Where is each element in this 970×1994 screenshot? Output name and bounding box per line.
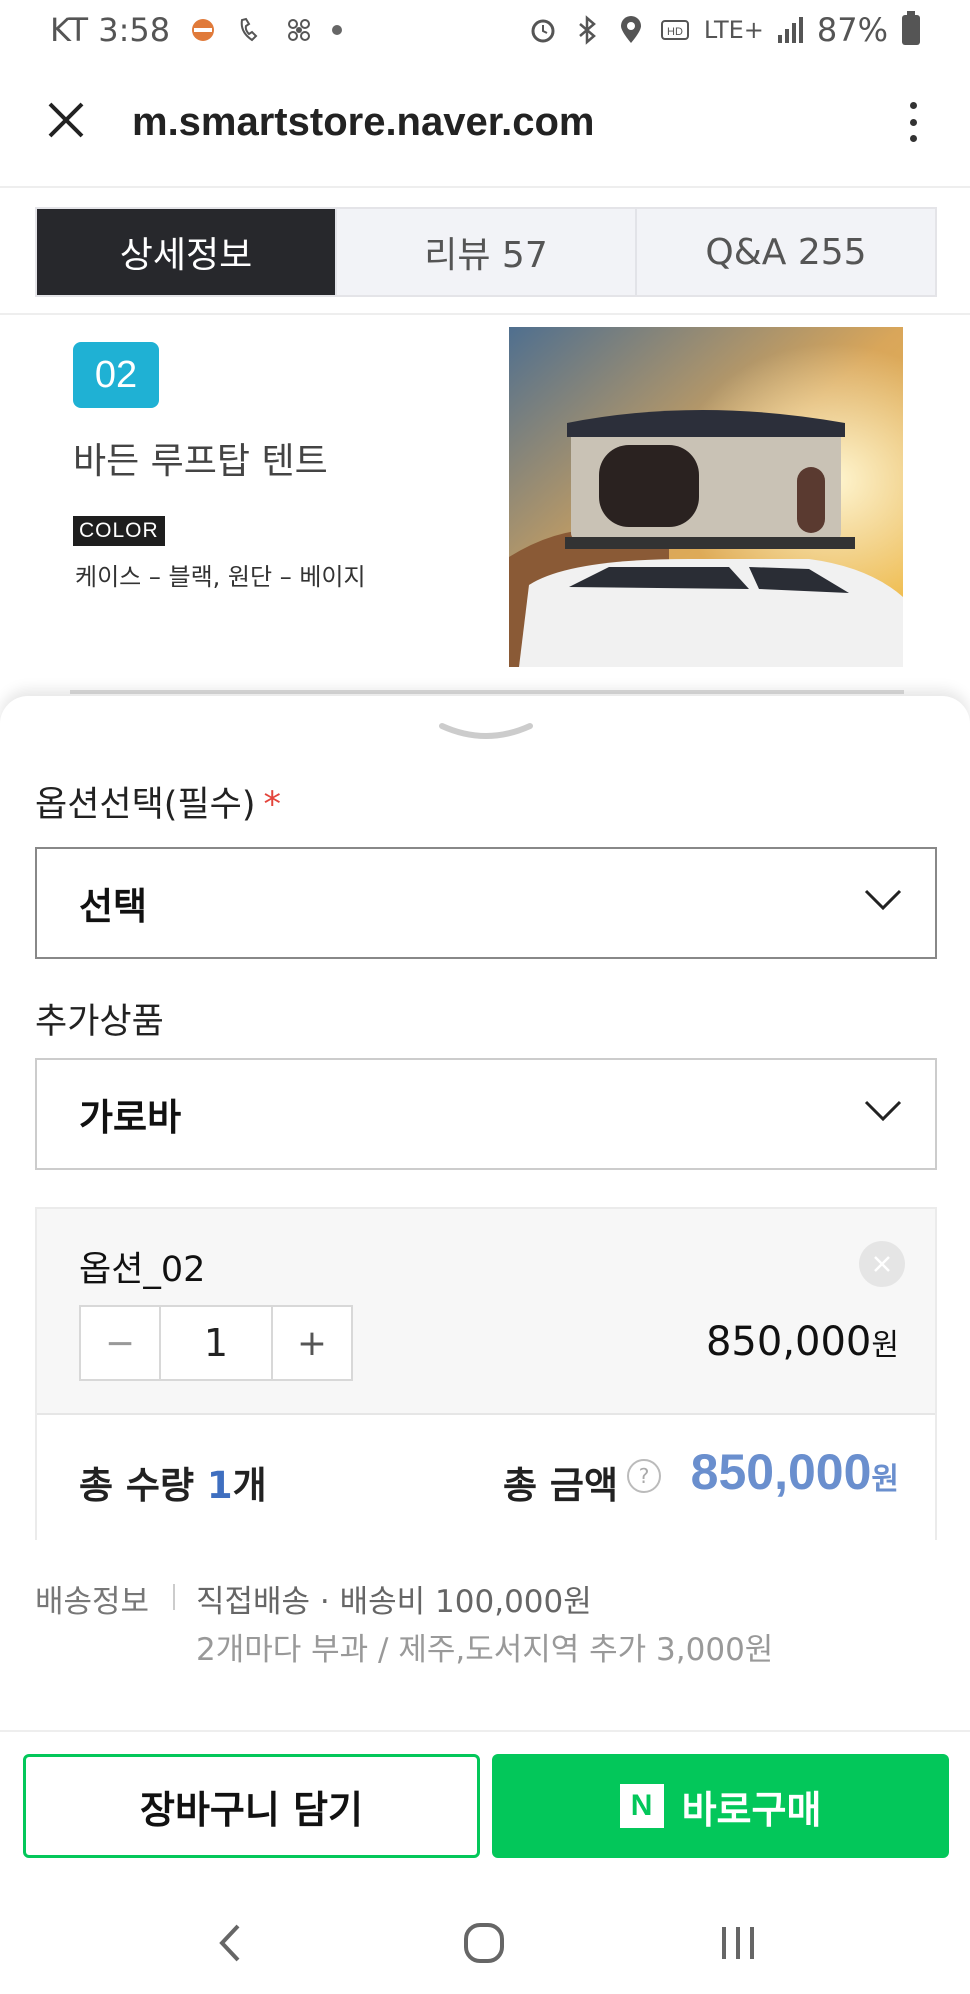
close-icon[interactable] — [46, 100, 86, 140]
product-photo — [509, 327, 903, 667]
fan-icon — [288, 19, 311, 41]
add-to-cart-button[interactable]: 장바구니 담기 — [23, 1754, 480, 1858]
system-nav-bar — [0, 1900, 970, 1994]
tab-detail[interactable]: 상세정보 — [37, 209, 335, 295]
notification-dot — [332, 25, 343, 35]
selected-option-name: 옵션_02 — [79, 1250, 206, 1290]
divider — [173, 1584, 175, 1610]
battery-percent: 87% — [816, 11, 888, 49]
tab-qna[interactable]: Q&A 255 — [635, 209, 935, 295]
total-quantity: 총 수량 1개 — [79, 1464, 267, 1507]
network-label: LTE+ — [703, 16, 764, 44]
color-tag: COLOR — [73, 516, 165, 546]
app-notification-icon — [192, 19, 215, 41]
naver-pay-icon: N — [619, 1784, 664, 1828]
selected-option-box: 옵션_02 − 1 + 850,000원 총 수량 1개 총 금액 ? 850,… — [35, 1207, 937, 1540]
totals-row: 총 수량 1개 총 금액 ? 850,000원 — [37, 1415, 935, 1540]
extra-product-label: 추가상품 — [35, 1002, 164, 1042]
shipping-note: 2개마다 부과 / 제주,도서지역 추가 3,000원 — [196, 1632, 774, 1668]
close-icon — [874, 1256, 890, 1272]
required-option-label: 옵션선택(필수) * — [35, 785, 282, 825]
chevron-down-icon[interactable] — [438, 720, 534, 748]
shipping-label: 배송정보 — [35, 1584, 150, 1620]
back-icon[interactable] — [200, 1918, 260, 1968]
quantity-value[interactable]: 1 — [159, 1307, 273, 1379]
increase-quantity-button[interactable]: + — [273, 1307, 351, 1379]
option-price: 850,000원 — [705, 1319, 899, 1365]
product-tabs: 상세정보 리뷰 57 Q&A 255 — [35, 207, 937, 297]
chevron-down-icon — [864, 889, 902, 911]
decrease-quantity-button[interactable]: − — [81, 1307, 159, 1379]
required-option-select[interactable]: 선택 — [35, 847, 937, 959]
total-amount: 850,000원 — [690, 1444, 899, 1500]
more-vert-icon[interactable] — [900, 98, 926, 146]
extra-product-select[interactable]: 가로바 — [35, 1058, 937, 1170]
chevron-down-icon — [864, 1100, 902, 1122]
total-amount-label: 총 금액 — [503, 1464, 619, 1507]
quantity-stepper: − 1 + — [79, 1305, 353, 1381]
buy-now-button[interactable]: N 바로구매 — [492, 1754, 949, 1858]
required-mark: * — [263, 785, 282, 825]
hd-voice-icon: HD — [660, 20, 689, 40]
bluetooth-icon — [579, 15, 596, 45]
wifi-calling-icon — [240, 17, 258, 42]
carrier-time: KT 3:58 — [50, 11, 171, 49]
browser-url-bar: m.smartstore.naver.com — [0, 60, 970, 188]
divider — [70, 690, 904, 694]
remove-option-button[interactable] — [859, 1241, 905, 1287]
location-icon — [620, 16, 641, 43]
battery-icon — [902, 11, 920, 45]
url-text[interactable]: m.smartstore.naver.com — [132, 100, 594, 145]
status-bar: KT 3:58 HD LTE+ 87% — [0, 0, 970, 60]
recents-icon[interactable] — [708, 1918, 768, 1968]
product-number-badge: 02 — [73, 342, 159, 408]
divider — [0, 1730, 970, 1732]
help-icon[interactable]: ? — [627, 1459, 661, 1493]
signal-icon — [777, 17, 803, 43]
product-name: 바든 루프탑 텐트 — [73, 441, 328, 482]
alarm-icon — [531, 19, 555, 43]
shipping-fee: 직접배송 · 배송비 100,000원 — [196, 1584, 592, 1620]
color-description: 케이스 – 블랙, 원단 – 베이지 — [75, 563, 366, 591]
tab-reviews[interactable]: 리뷰 57 — [335, 209, 635, 295]
svg-text:HD: HD — [667, 26, 683, 38]
home-icon[interactable] — [454, 1918, 514, 1968]
